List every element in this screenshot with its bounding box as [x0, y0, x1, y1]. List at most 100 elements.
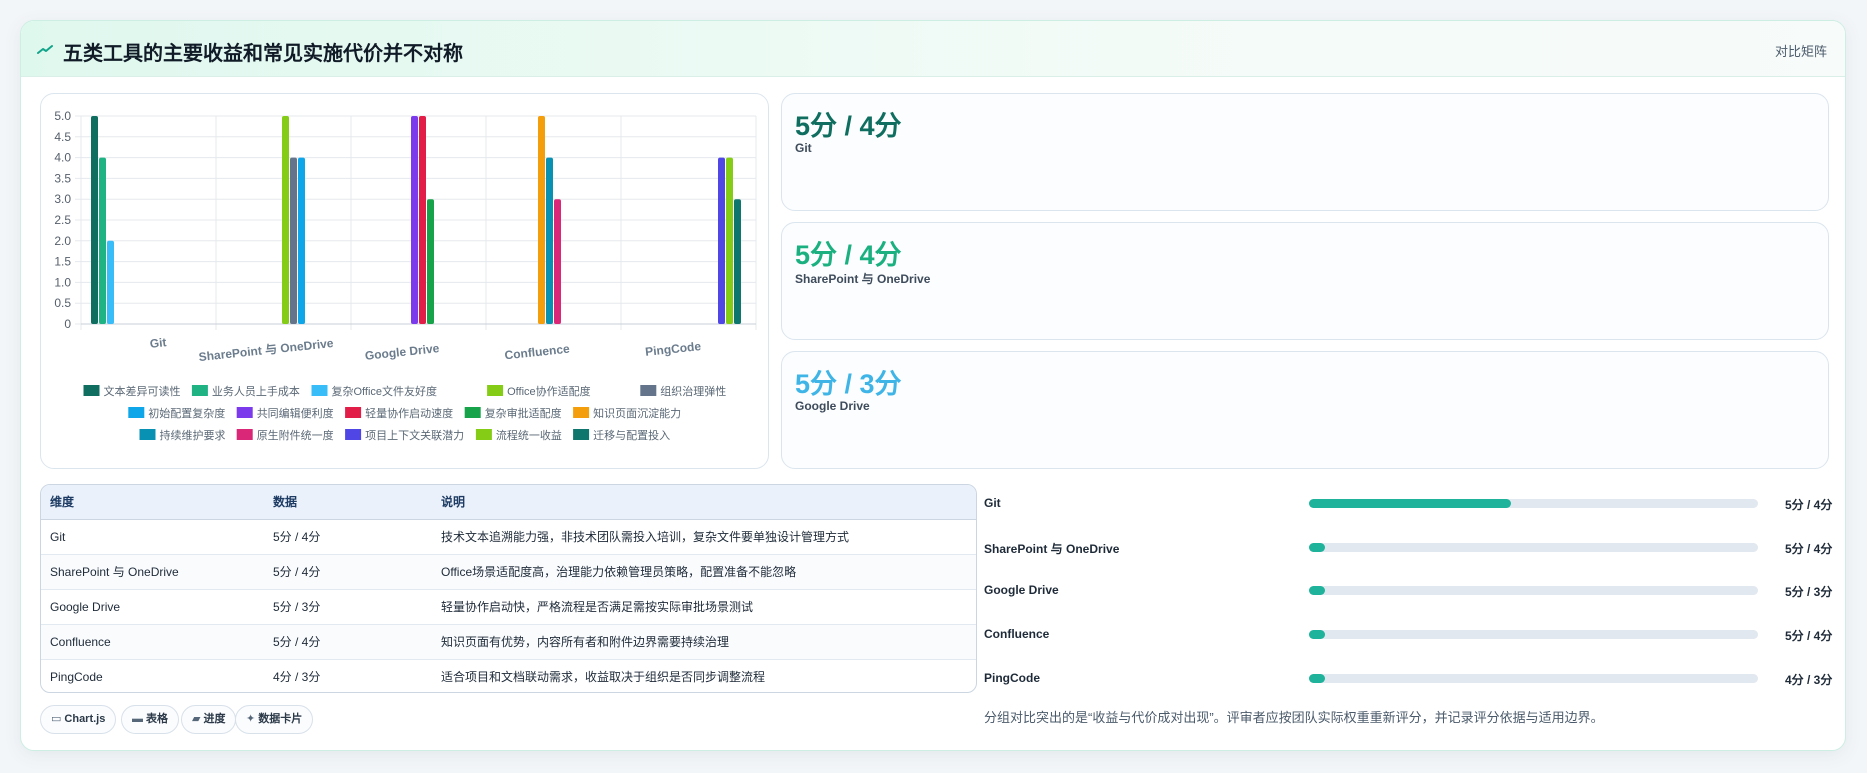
legend-swatch — [475, 429, 492, 440]
kpi-label: Git — [795, 141, 812, 155]
y-tick-label: 2.5 — [54, 213, 71, 227]
column-header: 维度 — [41, 485, 264, 520]
chip-progress[interactable]: ▰ 进度 — [181, 705, 237, 734]
x-tick-label: Google Drive — [364, 341, 440, 363]
chart-icon: ▭ — [51, 713, 62, 725]
table-cell: 适合项目和文档联动需求，收益取决于组织是否同步调整流程 — [441, 670, 766, 685]
legend-label: Office协作适配度 — [507, 384, 591, 398]
legend-label: 复杂审批适配度 — [485, 406, 562, 420]
bar — [538, 116, 545, 324]
legend-swatch — [464, 407, 481, 418]
bar — [99, 157, 106, 324]
bar — [91, 116, 98, 324]
y-tick-label: 3.0 — [54, 192, 71, 206]
kpi-label: SharePoint 与 OneDrive — [795, 272, 931, 286]
chip-data-card[interactable]: ✦ 数据卡片 — [235, 705, 314, 734]
bar — [107, 240, 114, 324]
progress-row: PingCode 4分 / 3分 — [984, 668, 1844, 688]
progress-track — [1309, 543, 1758, 552]
table-cell: PingCode — [50, 669, 103, 684]
x-tick-label: Confluence — [504, 342, 571, 363]
bar — [419, 116, 426, 324]
legend-label: 持续维护要求 — [160, 428, 226, 442]
legend-label: 流程统一收益 — [496, 428, 562, 442]
legend-swatch — [311, 385, 328, 396]
table-cell: 技术文本追溯能力强，非技术团队需投入培训，复杂文件要单独设计管理方式 — [441, 530, 850, 544]
legend-swatch — [139, 429, 156, 440]
y-tick-label: 0.5 — [54, 296, 71, 310]
legend-swatch — [487, 385, 504, 396]
kpi-value: 5分 / 4分 — [795, 111, 902, 141]
legend-label: 文本差异可读性 — [104, 384, 181, 398]
table-cell: 4分 / 3分 — [273, 670, 321, 685]
kpi-card-sharepoint: 5分 / 4分 SharePoint 与 OneDrive — [781, 222, 1829, 340]
legend-label: 知识页面沉淀能力 — [593, 406, 681, 420]
table-cell: Git — [50, 529, 66, 544]
x-tick-label: PingCode — [645, 339, 702, 359]
table-row: SharePoint 与 OneDrive 5分 / 4分 Office场景适配… — [41, 554, 976, 589]
kpi-value: 5分 / 4分 — [795, 240, 902, 270]
legend-label: 共同编辑便利度 — [257, 406, 334, 420]
bar — [282, 116, 289, 324]
bar — [554, 199, 561, 324]
table-row: Google Drive 5分 / 3分 轻量协作启动快，严格流程是否满足需按实… — [41, 589, 976, 624]
comparison-matrix-link[interactable]: 对比矩阵 — [1775, 41, 1827, 60]
progress-value: 5分 / 4分 — [1785, 629, 1833, 643]
y-tick-label: 4.5 — [54, 130, 71, 144]
x-tick-label: Git — [149, 335, 167, 351]
table-cell: SharePoint 与 OneDrive — [50, 565, 179, 579]
progress-track — [1309, 674, 1758, 683]
table-cell: Google Drive — [50, 599, 121, 614]
legend-label: 初始配置复杂度 — [148, 406, 225, 420]
progress-fill — [1309, 586, 1325, 595]
table-cell: Office场景适配度高，治理能力依赖管理员策略，配置准备不能忽略 — [441, 565, 797, 579]
kpi-card-google-drive: 5分 / 3分 Google Drive — [781, 351, 1829, 469]
trend-line-icon — [37, 45, 53, 54]
progress-value: 5分 / 4分 — [1785, 498, 1833, 512]
progress-fill — [1309, 499, 1512, 508]
progress-label: SharePoint 与 OneDrive — [984, 542, 1120, 556]
progress-label: PingCode — [984, 671, 1040, 685]
chart-panel: 0 0.5 1.0 1.5 2.0 2.5 3.0 3.5 4.0 4.5 5.0 Git ShareP… — [40, 93, 769, 469]
progress-track — [1309, 630, 1758, 639]
progress-row: SharePoint 与 OneDrive 5分 / 4分 — [984, 537, 1844, 557]
table-cell: 5分 / 3分 — [273, 600, 321, 614]
y-tick-label: 1.5 — [54, 255, 71, 269]
chip-label: 数据卡片 — [258, 713, 303, 725]
table-row: PingCode 4分 / 3分 适合项目和文档联动需求，收益取决于组织是否同步… — [41, 659, 976, 692]
legend-label: 项目上下文关联潜力 — [365, 428, 464, 442]
table-row: Confluence 5分 / 4分 知识页面有优势，内容所有者和附件边界需要持… — [41, 624, 976, 659]
progress-icon: ▰ — [192, 713, 201, 725]
chip-chartjs[interactable]: ▭ Chart.js — [40, 705, 117, 734]
page-title: 五类工具的主要收益和常见实施代价并不对称 — [63, 43, 463, 65]
progress-label: Google Drive — [984, 583, 1059, 597]
comparison-table: 维度 数据 说明 Git 5分 / 4分 技术文本追溯能力强，非技术团队需投入培… — [40, 484, 977, 693]
progress-fill — [1309, 674, 1325, 683]
comparison-card: 五类工具的主要收益和常见实施代价并不对称 对比矩阵 0 0.5 1.0 1.5 2.0 2… — [20, 20, 1846, 751]
y-tick-label: 0 — [64, 317, 71, 331]
x-tick-label: SharePoint 与 OneDrive — [198, 336, 334, 364]
kpi-card-git: 5分 / 4分 Git — [781, 93, 1829, 211]
chip-table[interactable]: ▬ 表格 — [121, 705, 179, 734]
y-tick-label: 1.0 — [54, 275, 71, 289]
legend-swatch — [345, 407, 362, 418]
legend-label: 业务人员上手成本 — [212, 384, 300, 398]
progress-value: 5分 / 4分 — [1785, 542, 1833, 556]
y-tick-label: 4.0 — [54, 151, 71, 165]
legend-swatch — [236, 429, 253, 440]
table-header-row: 维度 数据 说明 — [41, 485, 976, 520]
y-tick-label: 2.0 — [54, 234, 71, 248]
legend-swatch — [573, 429, 590, 440]
summary-note: 分组对比突出的是“收益与代价成对出现”。评审者应按团队实际权重重新评分，并记录评… — [984, 710, 1604, 725]
table-icon: ▬ — [132, 713, 143, 725]
progress-fill — [1309, 543, 1325, 552]
progress-track — [1309, 499, 1758, 508]
legend-swatch — [573, 407, 590, 418]
table-cell: 5分 / 4分 — [273, 530, 321, 544]
legend-swatch — [191, 385, 208, 396]
progress-row: Confluence 5分 / 4分 — [984, 624, 1844, 644]
progress-label: Confluence — [984, 627, 1050, 641]
kpi-label: Google Drive — [795, 399, 870, 413]
progress-row: Google Drive 5分 / 3分 — [984, 580, 1844, 600]
progress-track — [1309, 586, 1758, 595]
